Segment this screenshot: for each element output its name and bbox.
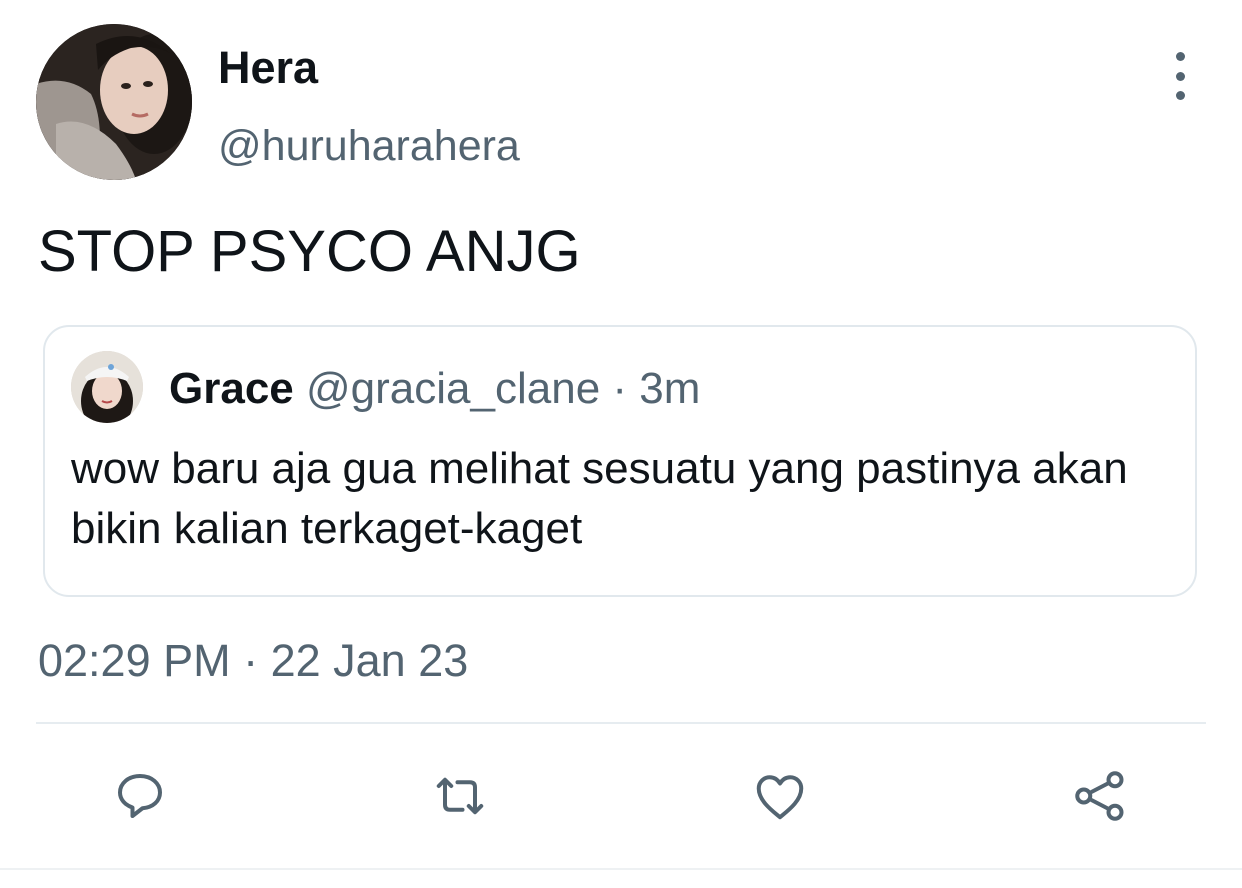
more-vertical-icon-dot <box>1175 91 1185 100</box>
quoted-author-avatar[interactable] <box>71 351 143 423</box>
more-options-button[interactable] <box>1160 52 1200 100</box>
divider <box>36 722 1206 724</box>
quoted-text: wow baru aja gua melihat sesuatu yang pa… <box>71 444 1128 553</box>
quoted-separator: · <box>612 364 628 413</box>
reply-button[interactable] <box>108 764 172 828</box>
author-avatar-image <box>36 24 192 180</box>
bottom-divider <box>0 868 1242 870</box>
quoted-header: Grace @gracia_clane · 3m <box>169 361 700 417</box>
heart-icon <box>756 775 804 820</box>
quoted-author-name[interactable]: Grace <box>169 364 294 413</box>
author-name[interactable]: Hera <box>218 40 318 96</box>
retweet-button[interactable] <box>428 764 492 828</box>
share-icon <box>1075 771 1124 821</box>
more-vertical-icon-dot <box>1175 71 1185 81</box>
quoted-time: 3m <box>639 364 701 413</box>
tweet-text: STOP PSYCO ANJG <box>38 219 581 284</box>
tweet-timestamp[interactable]: 02:29 PM · 22 Jan 23 <box>38 632 468 690</box>
reply-icon <box>118 774 162 818</box>
retweet-icon <box>436 777 484 815</box>
like-button[interactable] <box>748 764 812 828</box>
quoted-avatar-image <box>71 351 143 423</box>
author-avatar[interactable] <box>36 24 192 180</box>
quoted-tweet[interactable]: Grace @gracia_clane · 3m wow baru aja gu… <box>43 325 1197 597</box>
more-vertical-icon <box>1175 52 1185 61</box>
quoted-author-handle[interactable]: @gracia_clane <box>306 364 600 413</box>
share-button[interactable] <box>1068 764 1132 828</box>
author-handle[interactable]: @huruharahera <box>218 118 520 174</box>
